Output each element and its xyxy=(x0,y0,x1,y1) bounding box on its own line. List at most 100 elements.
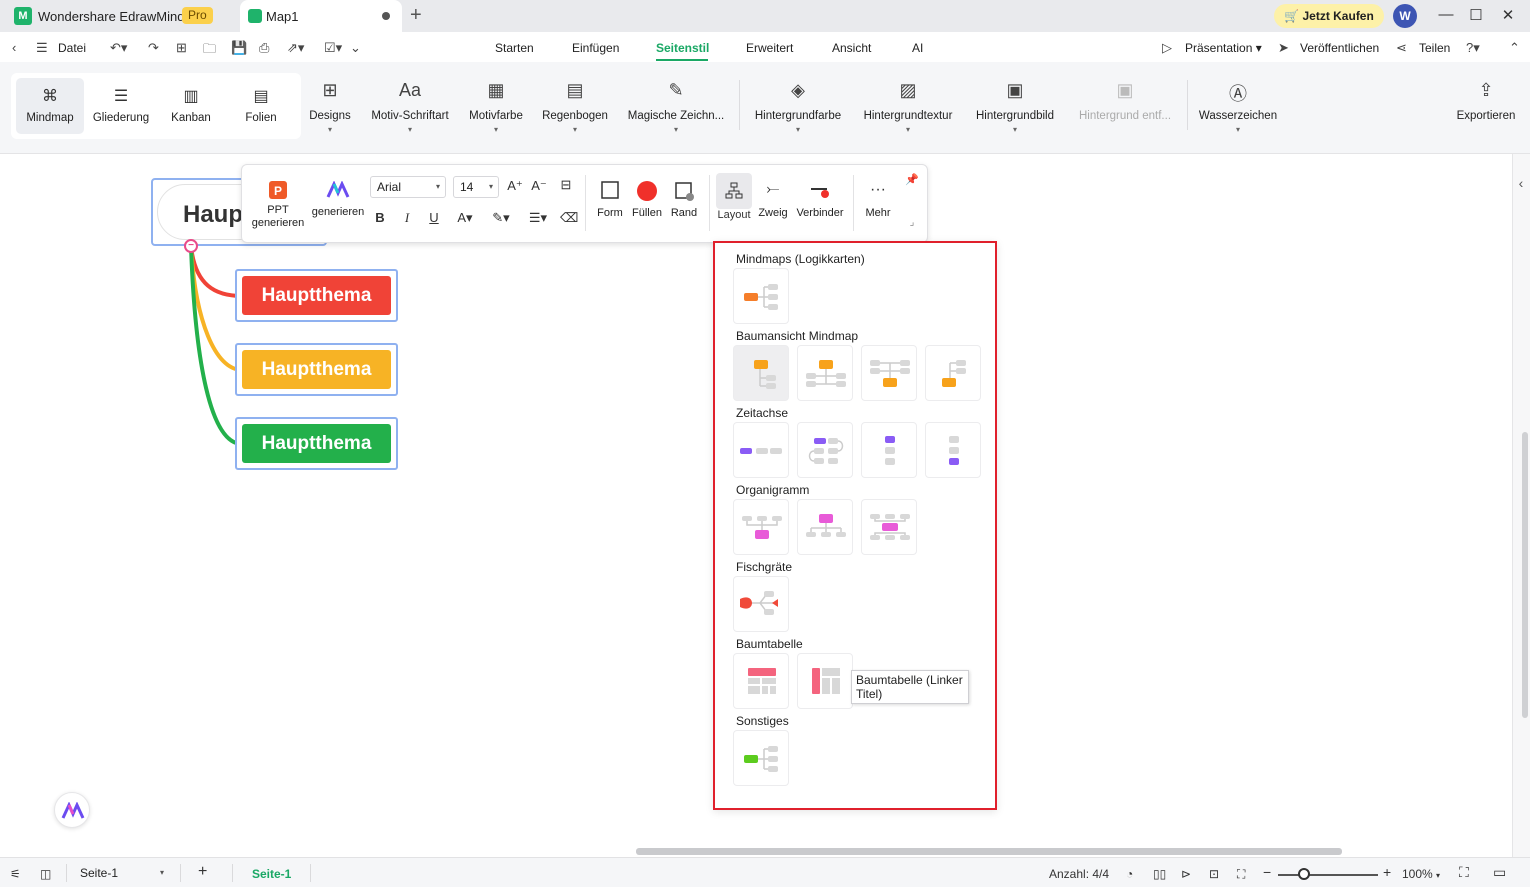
tab-erweitert[interactable]: Erweitert xyxy=(746,41,793,55)
connector-icon xyxy=(811,188,829,198)
bold-icon[interactable]: B xyxy=(372,210,388,225)
side-panel-icon[interactable]: ▭ xyxy=(1493,864,1506,881)
fullscreen-icon[interactable]: ⛶ xyxy=(1459,864,1469,881)
increase-font-icon[interactable]: A⁺ xyxy=(506,178,524,194)
play-icon[interactable]: ⊳ xyxy=(1181,867,1191,881)
layout-tree-up-both[interactable] xyxy=(861,345,917,401)
border-button[interactable]: Rand xyxy=(666,181,702,220)
theme-color-button[interactable]: ▦ Motivfarbe ▾ xyxy=(462,80,530,134)
theme-icon[interactable]: ◔ xyxy=(1126,867,1133,881)
shape-button[interactable]: Form xyxy=(592,181,628,220)
maximize-icon[interactable]: ☐ xyxy=(1466,6,1486,24)
generate-ppt-button[interactable]: P PPT generieren xyxy=(248,181,308,230)
layout-tree-up-right[interactable] xyxy=(925,345,981,401)
layout-timeline-horizontal[interactable] xyxy=(733,422,789,478)
close-icon[interactable]: ✕ xyxy=(1498,6,1518,24)
layout-tree-right[interactable] xyxy=(733,345,789,401)
layout-fishbone[interactable] xyxy=(733,576,789,632)
ai-generate-button[interactable]: generieren xyxy=(308,181,368,219)
font-family-select[interactable]: Arial ▾ xyxy=(370,176,446,198)
layout-timeline-vertical-up[interactable] xyxy=(925,422,981,478)
status-bar: ⚟ ◫ Seite-1 ▾ + Seite-1 Anzahl: 4/4 ◔ ▯▯ … xyxy=(0,857,1530,887)
layout-tree-table-left-title[interactable] xyxy=(797,653,853,709)
layout-other[interactable] xyxy=(733,730,789,786)
buy-now-button[interactable]: 🛒 Jetzt Kaufen xyxy=(1274,4,1384,28)
font-size-select[interactable]: 14 ▾ xyxy=(453,176,499,198)
ai-assistant-button[interactable] xyxy=(54,792,90,828)
main-topic-3[interactable]: Hauptthema xyxy=(235,417,398,470)
outline-toggle-icon[interactable]: ⚟ xyxy=(10,867,21,881)
collapse-toggle-icon[interactable]: − xyxy=(184,239,198,253)
texture-icon: ▨ xyxy=(899,80,917,100)
section-mindmaps: Mindmaps (Logikkarten) xyxy=(736,252,865,266)
book-view-icon[interactable]: ▯▯ xyxy=(1153,867,1166,881)
branch-button[interactable]: ⤚ Zweig xyxy=(754,181,792,220)
layout-org-up[interactable] xyxy=(733,499,789,555)
tab-seitenstil[interactable]: Seitenstil xyxy=(656,41,709,55)
fit-screen-icon[interactable]: ⛶ xyxy=(1237,867,1245,882)
help-icon[interactable]: ?▾ xyxy=(1466,40,1480,56)
layout-tooltip: Baumtabelle (Linker Titel) xyxy=(851,670,969,704)
branch-icon: ⤚ xyxy=(766,181,780,198)
layout-button[interactable] xyxy=(716,173,752,209)
page-tab-seite-1[interactable]: Seite-1 xyxy=(252,867,291,881)
central-topic-label: Haup xyxy=(183,201,243,228)
layout-org-down[interactable] xyxy=(797,499,853,555)
background-color-button[interactable]: ◈ Hintergrundfarbe ▾ xyxy=(750,80,846,134)
highlight-icon[interactable]: ✎▾ xyxy=(488,210,514,226)
rainbow-button[interactable]: ▤ Regenbogen ▾ xyxy=(538,80,612,134)
italic-icon[interactable]: I xyxy=(399,210,415,226)
main-topic-2[interactable]: Hauptthema xyxy=(235,343,398,396)
collapse-ribbon-icon[interactable]: ⌃ xyxy=(1509,40,1520,56)
avatar[interactable]: W xyxy=(1393,4,1417,28)
decrease-font-icon[interactable]: A⁻ xyxy=(530,178,548,194)
zoom-slider-knob[interactable] xyxy=(1298,868,1310,880)
format-painter-icon[interactable]: ⌫ xyxy=(560,210,578,226)
resize-corner-icon[interactable]: ⌟ xyxy=(906,217,918,228)
layout-logic-chart[interactable] xyxy=(733,268,789,324)
main-topic-1[interactable]: Hauptthema xyxy=(235,269,398,322)
zoom-out-button[interactable]: − xyxy=(1263,864,1271,880)
underline-icon[interactable]: U xyxy=(426,210,442,225)
expand-panel-icon[interactable]: ‹ xyxy=(1512,160,1530,206)
tab-starten[interactable]: Starten xyxy=(495,41,534,55)
fit-page-icon[interactable]: ⊡ xyxy=(1209,867,1219,881)
background-texture-button[interactable]: ▨ Hintergrundtextur ▾ xyxy=(858,80,958,134)
add-page-button[interactable]: + xyxy=(198,863,207,881)
zoom-in-button[interactable]: + xyxy=(1383,864,1391,880)
zoom-level[interactable]: 100% ▾ xyxy=(1402,867,1440,881)
minimize-icon[interactable]: — xyxy=(1436,6,1456,23)
connector-button[interactable]: Verbinder xyxy=(792,181,848,220)
share-button[interactable]: Teilen xyxy=(1419,41,1450,55)
magic-drawing-button[interactable]: ✎ Magische Zeichn... ▾ xyxy=(624,80,728,134)
fill-button[interactable]: Füllen xyxy=(628,181,666,220)
watermark-button[interactable]: Ⓐ Wasserzeichen ▾ xyxy=(1196,80,1280,134)
panel-toggle-icon[interactable]: ◫ xyxy=(40,867,51,881)
list-icon[interactable]: ☰▾ xyxy=(525,210,551,226)
vertical-scrollbar[interactable] xyxy=(1522,432,1528,718)
text-style-icon[interactable]: ⊟ xyxy=(556,177,576,193)
remove-background-button[interactable]: ▣ Hintergrund entf... xyxy=(1072,80,1178,122)
buy-now-label: Jetzt Kaufen xyxy=(1302,9,1374,23)
font-color-icon[interactable]: A▾ xyxy=(452,210,478,226)
layout-tree-table[interactable] xyxy=(733,653,789,709)
presentation-icon: ▷ xyxy=(1162,40,1172,55)
tab-ansicht[interactable]: Ansicht xyxy=(832,41,871,55)
background-image-button[interactable]: ▣ Hintergrundbild ▾ xyxy=(970,80,1060,134)
pin-icon[interactable]: 📌 xyxy=(904,173,920,186)
ribbon-divider xyxy=(1187,80,1188,130)
layout-timeline-vertical-down[interactable] xyxy=(861,422,917,478)
layout-tree-both[interactable] xyxy=(797,345,853,401)
page-select[interactable]: Seite-1 ▾ xyxy=(72,862,174,884)
presentation-button[interactable]: Präsentation ▾ xyxy=(1185,41,1262,55)
more-button[interactable]: ··· Mehr xyxy=(860,181,896,220)
publish-button[interactable]: Veröffentlichen xyxy=(1300,41,1379,55)
zoom-slider[interactable] xyxy=(1278,874,1378,876)
layout-timeline-winding[interactable] xyxy=(797,422,853,478)
horizontal-scrollbar[interactable] xyxy=(636,848,1342,855)
tab-einfuegen[interactable]: Einfügen xyxy=(572,41,619,55)
layout-org-both[interactable] xyxy=(861,499,917,555)
export-button[interactable]: ⇪ Exportieren xyxy=(1452,80,1520,122)
section-other: Sonstiges xyxy=(736,714,789,728)
tab-ai[interactable]: AI xyxy=(912,41,923,55)
